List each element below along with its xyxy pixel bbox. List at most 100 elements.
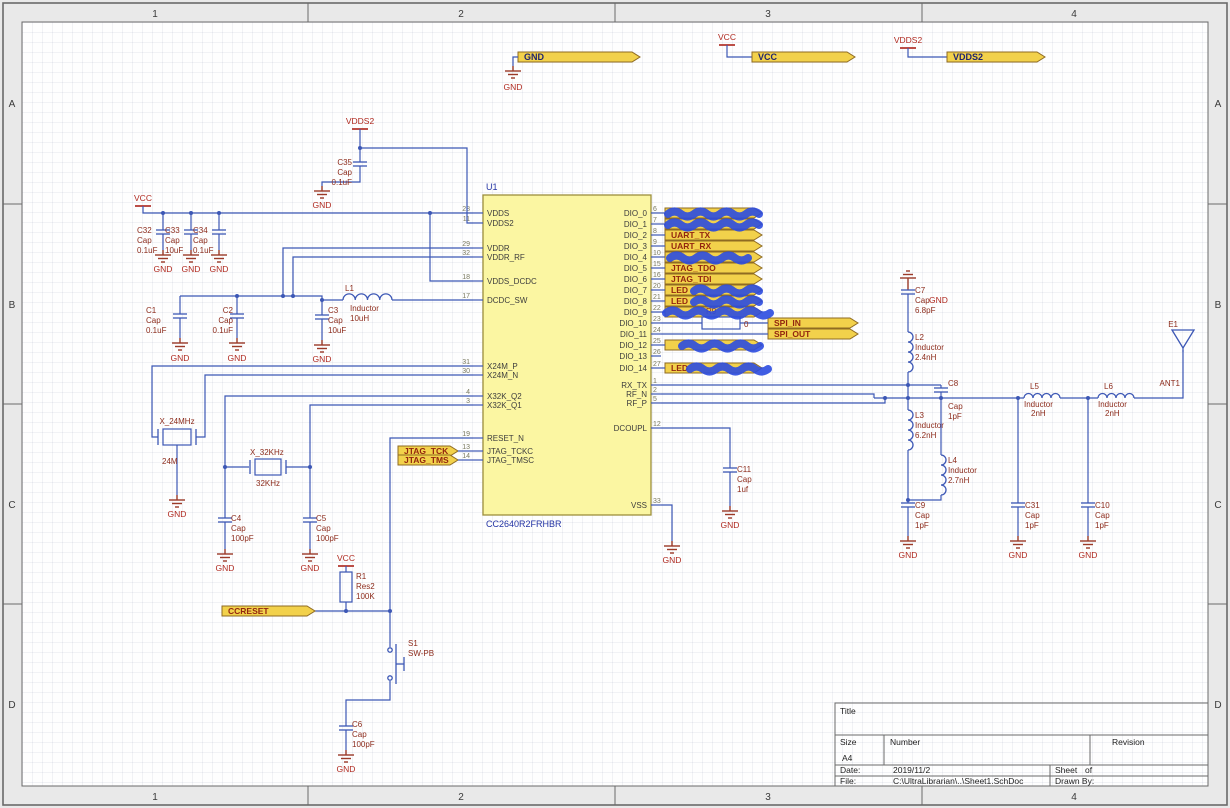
gnd-net-label: GND	[721, 520, 740, 530]
DIO_1-pin-name: DIO_1	[624, 220, 648, 229]
DIO_14-pin-name: DIO_14	[619, 364, 647, 373]
wire[interactable]	[292, 256, 473, 296]
crystal-24mhz-ref: X_24MHz	[159, 417, 194, 426]
gnd-net-label: GND	[216, 563, 235, 573]
junction-dot	[344, 609, 348, 613]
JTAG_TCKC-pin-number: 13	[462, 444, 470, 451]
sheet-label: Sheet	[1055, 765, 1078, 775]
L4-type: Inductor	[948, 466, 977, 475]
wire[interactable]	[726, 45, 752, 58]
DIO_11-pin-number: 24	[653, 327, 661, 334]
C8-type: Cap	[948, 402, 963, 411]
zone-column-label: 3	[765, 9, 771, 20]
C7-type: Cap	[915, 296, 930, 305]
wire[interactable]	[661, 504, 673, 541]
L2-ref: L2	[915, 333, 924, 342]
X24M_P-pin-number: 31	[462, 359, 470, 366]
number-label: Number	[890, 737, 920, 747]
DIO_11-pin-name: DIO_11	[620, 330, 648, 339]
inductor-symbol[interactable]	[1023, 392, 1061, 399]
C35-value: 0.1uF	[332, 178, 353, 187]
C2-value: 0.1uF	[213, 326, 234, 335]
gnd-net-label: GND	[168, 509, 187, 519]
JTAG_TMSC-pin-number: 14	[462, 453, 470, 460]
E1-ref: E1	[1168, 320, 1178, 329]
S1-type: SW-PB	[408, 649, 434, 658]
revision-label: Revision	[1112, 737, 1145, 747]
DIO_9-pin-name: DIO_9	[624, 308, 648, 317]
gnd-net-label: GND	[504, 82, 523, 92]
RESET_N-pin-name: RESET_N	[487, 434, 524, 443]
wire[interactable]	[512, 56, 518, 66]
L6-ref: L6	[1104, 382, 1113, 391]
DIO_8-pin-name: DIO_8	[624, 297, 648, 306]
DIO_5-pin-name: DIO_5	[624, 264, 648, 273]
date-label: Date:	[840, 765, 860, 775]
C32-value: 0.1uF	[137, 246, 158, 255]
wire[interactable]	[360, 147, 473, 224]
signal-port-label: JTAG_TDO	[671, 263, 716, 273]
VDDS_DCDC-pin-name: VDDS_DCDC	[487, 277, 537, 286]
inductor-symbol[interactable]	[342, 293, 393, 301]
wire[interactable]	[908, 495, 942, 501]
wire[interactable]	[661, 427, 731, 468]
RESET_N-pin-number: 19	[462, 431, 470, 438]
RF_N-pin-number: 2	[653, 387, 657, 394]
zone-column-label: 2	[458, 9, 464, 20]
C34-type: Cap	[193, 236, 208, 245]
junction-dot	[906, 383, 910, 387]
ink-scribble	[686, 362, 772, 376]
wire[interactable]	[661, 398, 886, 404]
crystal-32khz-body[interactable]	[254, 458, 282, 476]
wire[interactable]	[1134, 350, 1184, 399]
wire[interactable]	[389, 437, 473, 640]
C4-type: Cap	[231, 524, 246, 533]
DIO_14-pin-number: 27	[653, 361, 661, 368]
ink-scribble	[666, 251, 752, 265]
E1-value: ANT1	[1160, 379, 1181, 388]
VDDR_RF-pin-name: VDDR_RF	[487, 253, 525, 262]
crystal-24mhz-body[interactable]	[162, 428, 192, 446]
switch-contact[interactable]	[387, 647, 393, 653]
antenna-symbol[interactable]	[1170, 329, 1196, 350]
wire[interactable]	[282, 247, 473, 296]
L1-ref: L1	[345, 284, 354, 293]
gnd-net-label: GND	[154, 264, 173, 274]
VDDR-pin-name: VDDR	[487, 244, 510, 253]
inductor-symbol[interactable]	[1097, 392, 1135, 399]
gnd-net-label: GND	[228, 353, 247, 363]
wire[interactable]	[196, 374, 473, 438]
RX_TX-pin-number: 1	[653, 378, 657, 385]
wire[interactable]	[151, 365, 473, 438]
X24M_P-pin-name: X24M_P	[487, 362, 518, 371]
wire[interactable]	[661, 393, 875, 398]
DIO_2-pin-name: DIO_2	[624, 231, 648, 240]
C5-type: Cap	[316, 524, 331, 533]
DIO_12-pin-name: DIO_12	[619, 341, 647, 350]
title-label: Title	[840, 706, 856, 716]
zone-row-label: D	[8, 700, 15, 711]
DCOUPL-pin-name: DCOUPL	[614, 424, 648, 433]
C31-type: Cap	[1025, 511, 1040, 520]
inductor-symbol[interactable]	[940, 454, 947, 496]
wire[interactable]	[907, 48, 947, 58]
gnd-net-label: GND	[899, 550, 918, 560]
ink-scribble	[678, 339, 764, 353]
DIO_3-pin-name: DIO_3	[624, 242, 648, 251]
resistor-R1-symbol[interactable]	[339, 571, 353, 603]
zone-column-label: 3	[765, 792, 771, 803]
L4-value: 2.7nH	[948, 476, 970, 485]
wire[interactable]	[180, 295, 323, 300]
sheet-size-value: A4	[842, 753, 853, 763]
C10-type: Cap	[1095, 511, 1110, 520]
C2-type: Cap	[218, 316, 233, 325]
DIO_1-pin-number: 7	[653, 217, 657, 224]
inductor-symbol[interactable]	[907, 409, 914, 451]
C32-ref: C32	[137, 226, 152, 235]
gnd-port-label: GND	[524, 52, 545, 62]
switch-contact[interactable]	[387, 675, 393, 681]
X32K_Q2-pin-number: 4	[466, 389, 470, 396]
inductor-symbol[interactable]	[907, 331, 914, 373]
C5-ref: C5	[316, 514, 327, 523]
VDDR_RF-pin-number: 32	[462, 250, 470, 257]
